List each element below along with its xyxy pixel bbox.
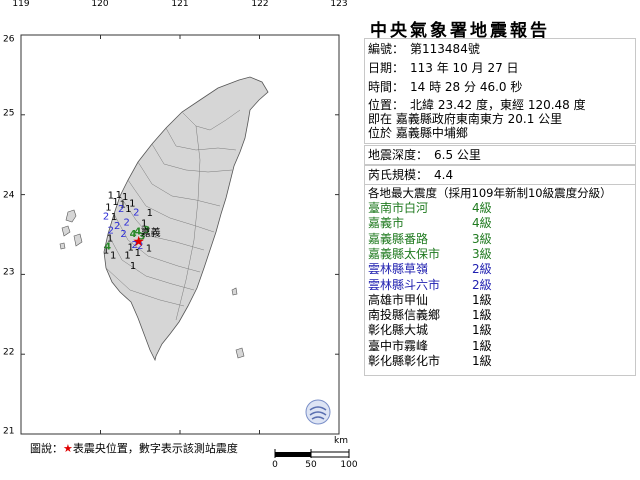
intensity-level: 1級 [472, 292, 492, 307]
report-depth-row: 地震深度： 6.5 公里 [368, 148, 481, 162]
scale-label-100: 100 [340, 460, 358, 470]
intensity-place: 臺中市霧峰 [368, 338, 429, 353]
intensity-level: 1級 [472, 308, 492, 323]
cwa-logo [305, 399, 331, 425]
station-intensity-mark: 2 [124, 218, 130, 229]
intensity-level: 4級 [472, 216, 492, 231]
intensity-level: 3級 [472, 246, 492, 261]
report-date-value: 113 年 10 月 27 日 [410, 61, 519, 75]
report-position-value: 北緯 23.42 度，東經 120.48 度 [410, 98, 586, 112]
earthquake-report: 111111111122222222211111111134443 ★ 嘉義 1… [0, 0, 640, 480]
intensity-place: 彰化縣彰化市 [368, 354, 441, 368]
longitude-label-122: 122 [251, 0, 269, 9]
report-number-row: 編號： 第113484號 [368, 42, 480, 56]
intensity-place: 嘉義市 [368, 216, 405, 231]
scale-bar: km 0 50 100 [272, 436, 358, 476]
intensity-level: 1級 [472, 354, 492, 368]
intensity-place: 雲林縣斗六市 [368, 277, 441, 292]
longitude-label-119: 119 [12, 0, 30, 9]
report-date-label: 日期： [368, 61, 405, 75]
station-intensity-mark: 2 [120, 229, 126, 240]
intensity-level: 2級 [472, 277, 492, 292]
report-time-row: 時間： 14 時 28 分 46.0 秒 [368, 80, 522, 94]
report-depth-label: 地震深度： [368, 148, 429, 162]
map-panel: 1 1 11 1 111112 222 22 22 2111 111 1 1134443 ★ 嘉義 [20, 34, 340, 435]
latitude-label-22: 22 [3, 347, 15, 358]
epicenter-label: 嘉義 [141, 226, 161, 239]
intensity-place: 高雄市甲仙 [368, 292, 429, 307]
report-date-row: 日期： 113 年 10 月 27 日 [368, 61, 519, 75]
legend-prefix: 圖說： [30, 442, 63, 455]
station-intensity-mark: 2 [133, 207, 139, 218]
intensity-place: 雲林縣草嶺 [368, 262, 429, 277]
report-position-label: 位置： [368, 98, 405, 112]
scale-label-50: 50 [305, 460, 317, 470]
longitude-label-120: 120 [91, 0, 109, 9]
intensity-place: 臺南市白河 [368, 201, 429, 215]
station-intensity-mark: 1 [147, 208, 153, 219]
intensity-level: 2級 [472, 262, 492, 277]
intensity-place: 南投縣信義鄉 [368, 308, 441, 323]
report-position-line2: 即在 嘉義縣政府東南東方 20.1 公里 [368, 112, 563, 126]
station-intensity-mark: 1 [146, 243, 152, 254]
intensity-level: 3級 [472, 231, 492, 246]
report-magnitude-value: 4.4 [434, 168, 454, 182]
station-intensity-mark: 2 [103, 211, 109, 222]
scale-label-0: 0 [272, 460, 278, 470]
legend-star-icon: ★ [63, 442, 73, 455]
report-time-label: 時間： [368, 80, 405, 94]
station-intensity-mark: 4 [104, 242, 111, 253]
latitude-label-24: 24 [3, 190, 15, 201]
longitude-label-121: 121 [171, 0, 189, 9]
latitude-label-21: 21 [3, 426, 15, 437]
intensity-level: 1級 [472, 323, 492, 338]
latitude-label-25: 25 [3, 108, 15, 119]
intensity-place: 彰化縣大城 [368, 323, 429, 338]
report-number-label: 編號： [368, 42, 405, 56]
report-magnitude-label: 芮氏規模： [368, 168, 429, 182]
station-intensity-mark: 1 [130, 261, 136, 272]
report-magnitude-row: 芮氏規模： 4.4 [368, 168, 453, 182]
legend-text: 表震央位置，數字表示該測站震度 [72, 442, 238, 455]
report-panel: 中央氣象署地震報告 編號： 第113484號 日期： 113 年 10 月 27 日… [360, 0, 640, 480]
report-time-value: 14 時 28 分 46.0 秒 [410, 80, 523, 94]
latitude-label-23: 23 [3, 267, 15, 278]
intensity-header: 各地最大震度（採用109年新制10級震度分級） [368, 186, 612, 200]
report-position-row: 位置： 北緯 23.42 度，東經 120.48 度 [368, 98, 586, 112]
station-intensity-mark: 1 [124, 250, 130, 261]
intensity-level: 1級 [472, 338, 492, 353]
intensity-level: 4級 [472, 201, 492, 215]
map-legend: 圖說：★表震央位置，數字表示該測站震度 [30, 440, 238, 456]
station-intensity-mark: 2 [118, 204, 124, 215]
report-number-value: 第113484號 [410, 42, 480, 56]
station-intensity-mark: 1 [125, 204, 131, 215]
longitude-label-123: 123 [330, 0, 348, 9]
report-position-line3: 位於 嘉義縣中埔鄉 [368, 126, 468, 140]
intensity-place: 嘉義縣太保市 [368, 246, 441, 261]
report-depth-value: 6.5 公里 [434, 148, 481, 162]
intensity-place: 嘉義縣番路 [368, 231, 429, 246]
latitude-label-26: 26 [3, 34, 15, 45]
